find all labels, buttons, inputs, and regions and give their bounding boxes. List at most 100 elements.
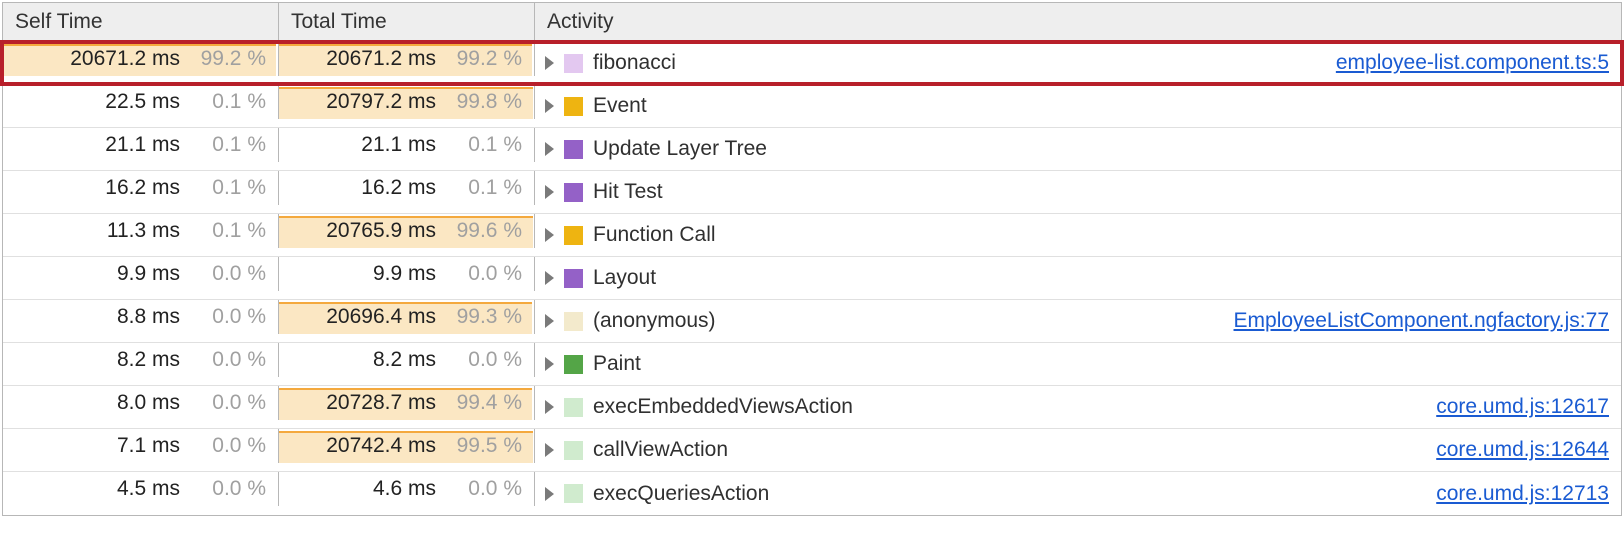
expand-icon[interactable] xyxy=(545,271,554,285)
expand-icon[interactable] xyxy=(545,487,554,501)
self-pct: 0.0 % xyxy=(188,305,266,329)
activity-cell: fibonacci employee-list.component.ts:5 xyxy=(535,42,1621,84)
expand-icon[interactable] xyxy=(545,56,554,70)
activity-cell: Update Layer Tree xyxy=(535,128,1621,170)
total-time-cell: 20728.7 ms 99.4 % xyxy=(279,386,535,420)
total-pct: 99.6 % xyxy=(444,219,522,243)
self-time-cell: 9.9 ms0.0 % xyxy=(3,257,279,291)
total-ms: 20671.2 ms xyxy=(321,47,436,71)
table-row[interactable]: 8.2 ms0.0 %8.2 ms0.0 %Paint xyxy=(3,343,1621,386)
table-header: Self Time Total Time Activity xyxy=(3,3,1621,42)
total-ms: 20728.7 ms xyxy=(321,391,436,415)
table-row[interactable]: 7.1 ms0.0 %20742.4 ms99.5 %callViewActio… xyxy=(3,429,1621,472)
expand-icon[interactable] xyxy=(545,99,554,113)
category-swatch xyxy=(564,226,583,245)
expand-icon[interactable] xyxy=(545,443,554,457)
table-row[interactable]: 16.2 ms0.1 %16.2 ms0.1 %Hit Test xyxy=(3,171,1621,214)
self-pct: 0.0 % xyxy=(188,348,266,372)
self-time-cell: 7.1 ms 0.0 % xyxy=(3,429,279,463)
self-ms: 11.3 ms xyxy=(65,219,180,243)
self-pct: 0.0 % xyxy=(188,477,266,501)
expand-icon[interactable] xyxy=(545,142,554,156)
table-row[interactable]: 4.5 ms0.0 %4.6 ms0.0 %execQueriesActionc… xyxy=(3,472,1621,515)
table-row[interactable]: 11.3 ms 0.1 % 20765.9 ms 99.6 % Function Cal… xyxy=(3,214,1621,257)
category-swatch xyxy=(564,484,583,503)
total-ms: 20696.4 ms xyxy=(321,305,436,329)
source-link[interactable]: core.umd.js:12713 xyxy=(1436,482,1609,506)
self-time-cell: 8.8 ms0.0 % xyxy=(3,300,279,334)
total-time-cell: 16.2 ms0.1 % xyxy=(279,171,535,205)
activity-name: Function Call xyxy=(593,223,716,247)
total-time-cell: 8.2 ms0.0 % xyxy=(279,343,535,377)
source-link[interactable]: core.umd.js:12617 xyxy=(1436,395,1609,419)
total-time-cell: 20696.4 ms 99.3 % xyxy=(279,300,535,334)
profiler-panel: Self Time Total Time Activity 20671.2 ms… xyxy=(2,2,1622,516)
total-pct: 0.1 % xyxy=(444,176,522,200)
table-row[interactable]: 8.0 ms 0.0 % 20728.7 ms 99.4 % execEmbeddedV… xyxy=(3,386,1621,429)
table-row[interactable]: 21.1 ms0.1 %21.1 ms0.1 %Update Layer Tre… xyxy=(3,128,1621,171)
activity-cell: Function Call xyxy=(535,214,1621,256)
activity-cell: Layout xyxy=(535,257,1621,299)
category-swatch xyxy=(564,140,583,159)
activity-name: Update Layer Tree xyxy=(593,137,767,161)
total-ms: 21.1 ms xyxy=(321,133,436,157)
header-total-time[interactable]: Total Time xyxy=(279,3,535,41)
category-swatch xyxy=(564,312,583,331)
total-time-cell: 4.6 ms 0.0 % xyxy=(279,472,535,506)
activity-cell: Event xyxy=(535,85,1621,127)
total-pct: 0.0 % xyxy=(444,477,522,501)
expand-icon[interactable] xyxy=(545,357,554,371)
expand-icon[interactable] xyxy=(545,185,554,199)
total-ms: 20742.4 ms xyxy=(321,434,436,458)
self-time-cell: 11.3 ms 0.1 % xyxy=(3,214,279,248)
self-ms: 20671.2 ms xyxy=(65,47,180,71)
expand-icon[interactable] xyxy=(545,400,554,414)
activity-cell: execEmbeddedViewsAction core.umd.js:12617 xyxy=(535,386,1621,428)
self-pct: 0.0 % xyxy=(188,434,266,458)
total-ms: 20765.9 ms xyxy=(321,219,436,243)
self-pct: 0.1 % xyxy=(188,219,266,243)
total-ms: 4.6 ms xyxy=(321,477,436,501)
total-time-cell: 20765.9 ms 99.6 % xyxy=(279,214,535,248)
self-ms: 7.1 ms xyxy=(65,434,180,458)
source-link[interactable]: core.umd.js:12644 xyxy=(1436,438,1609,462)
source-link[interactable]: employee-list.component.ts:5 xyxy=(1336,51,1609,75)
self-ms: 21.1 ms xyxy=(65,133,180,157)
activity-name: fibonacci xyxy=(593,51,676,75)
activity-name: execEmbeddedViewsAction xyxy=(593,395,853,419)
activity-name: Layout xyxy=(593,266,656,290)
table-row[interactable]: 9.9 ms0.0 %9.9 ms0.0 %Layout xyxy=(3,257,1621,300)
total-pct: 99.8 % xyxy=(444,90,522,114)
self-time-cell: 21.1 ms0.1 % xyxy=(3,128,279,162)
table-row[interactable]: 8.8 ms0.0 %20696.4 ms99.3 %(anonymous)Em… xyxy=(3,300,1621,343)
source-link[interactable]: EmployeeListComponent.ngfactory.js:77 xyxy=(1234,309,1609,333)
expand-icon[interactable] xyxy=(545,228,554,242)
header-activity[interactable]: Activity xyxy=(535,3,1621,41)
activity-name: Hit Test xyxy=(593,180,663,204)
total-pct: 99.5 % xyxy=(444,434,522,458)
total-pct: 99.4 % xyxy=(444,391,522,415)
activity-cell: Hit Test xyxy=(535,171,1621,213)
self-pct: 0.1 % xyxy=(188,176,266,200)
category-swatch xyxy=(564,398,583,417)
table-row[interactable]: 22.5 ms0.1 %20797.2 ms99.8 %Event xyxy=(3,85,1621,128)
self-ms: 16.2 ms xyxy=(65,176,180,200)
activity-cell: Paint xyxy=(535,343,1621,385)
self-pct: 0.0 % xyxy=(188,391,266,415)
self-time-cell: 20671.2 ms99.2 % xyxy=(3,42,279,76)
self-pct: 0.0 % xyxy=(188,262,266,286)
total-pct: 0.1 % xyxy=(444,133,522,157)
total-ms: 20797.2 ms xyxy=(321,90,436,114)
self-ms: 8.0 ms xyxy=(65,391,180,415)
activity-cell: execQueriesAction core.umd.js:12713 xyxy=(535,472,1621,515)
expand-icon[interactable] xyxy=(545,314,554,328)
total-time-cell: 20671.2 ms99.2 % xyxy=(279,42,535,76)
activity-name: Event xyxy=(593,94,647,118)
self-pct: 0.1 % xyxy=(188,90,266,114)
header-self-time[interactable]: Self Time xyxy=(3,3,279,41)
table-row[interactable]: 20671.2 ms99.2 %20671.2 ms99.2 %fibonacc… xyxy=(3,42,1621,85)
activity-name: execQueriesAction xyxy=(593,482,769,506)
total-pct: 99.3 % xyxy=(444,305,522,329)
self-ms: 8.2 ms xyxy=(65,348,180,372)
self-time-cell: 8.2 ms 0.0 % xyxy=(3,343,279,377)
